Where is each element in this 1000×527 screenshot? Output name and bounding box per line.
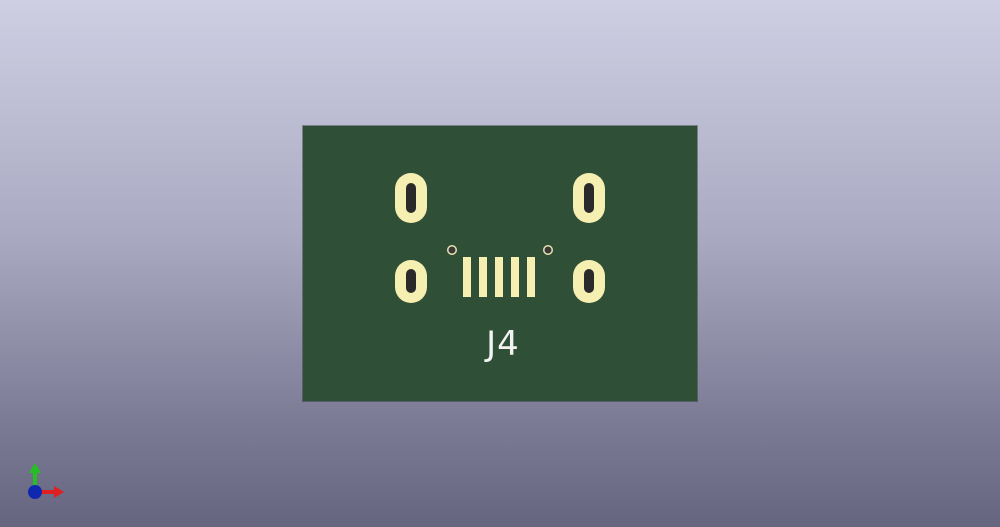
mounting-pad-bottom-right [573,260,605,303]
mounting-pad-bottom-left [395,260,427,303]
locating-hole-left [447,245,457,255]
smd-pad-1 [463,257,471,297]
smd-pad-4 [511,257,519,297]
mounting-pad-top-left [395,173,427,223]
mounting-pad-top-right [573,173,605,223]
smd-pad-3 [495,257,503,297]
smd-pad-row [463,257,535,297]
pcb-board: J4 [303,126,697,401]
smd-pad-2 [479,257,487,297]
locating-hole-right [543,245,553,255]
smd-pad-5 [527,257,535,297]
3d-viewport[interactable]: J4 [0,0,1000,527]
z-axis-dot [28,485,42,499]
axis-orientation-gizmo [28,463,64,499]
reference-designator-label: J4 [486,324,520,364]
